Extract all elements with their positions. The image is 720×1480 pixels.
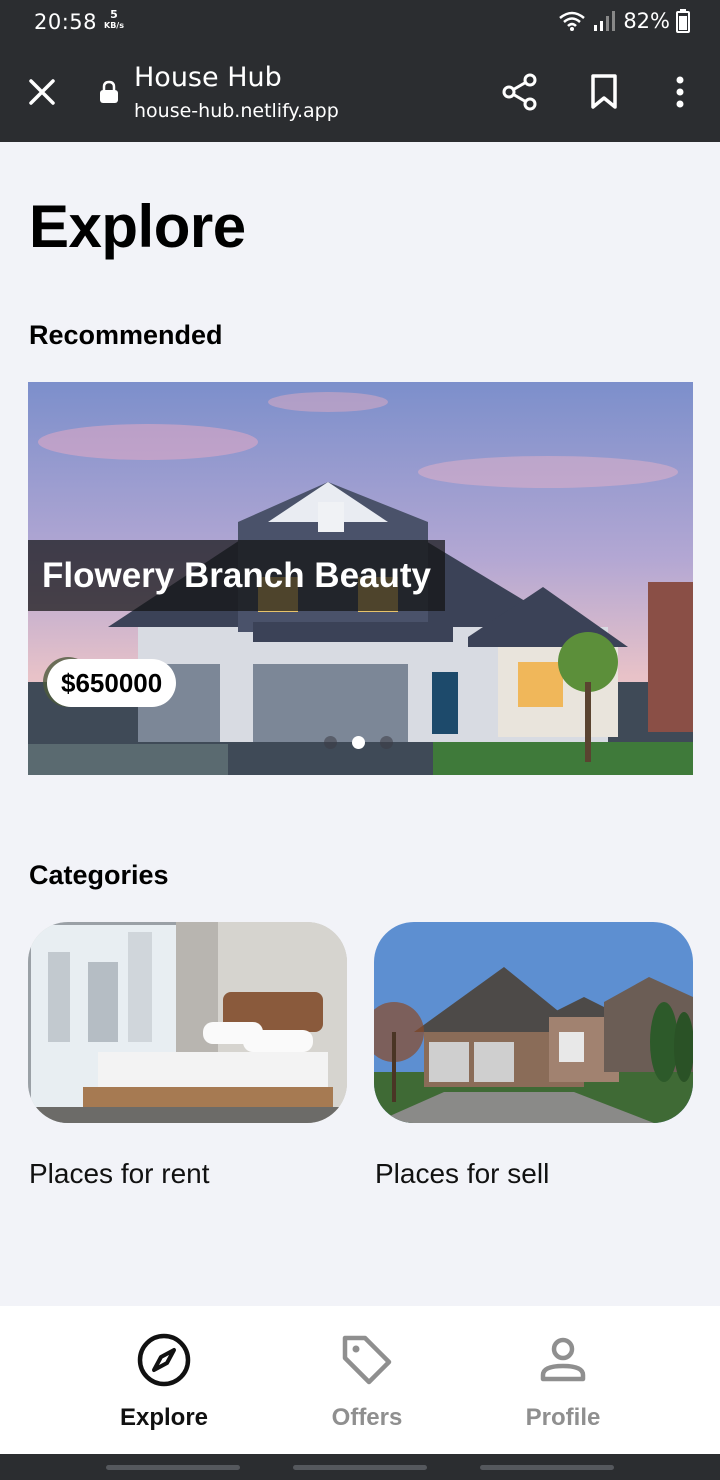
listing-name: Flowery Branch Beauty [42,555,431,595]
category-sell-card[interactable] [374,922,693,1123]
bookmark-button[interactable] [582,70,626,114]
listing-name-banner: Flowery Branch Beauty [28,540,445,611]
lock-icon [100,80,118,103]
person-icon [540,1337,586,1382]
share-button[interactable] [498,70,542,114]
close-button[interactable] [24,74,60,110]
category-sell-label[interactable]: Places for sell [375,1158,549,1190]
listing-price: $650000 [61,667,163,698]
gesture-handle [293,1465,427,1470]
recommended-carousel[interactable]: Flowery Branch Beauty $650000 [28,382,693,775]
battery-percent: 82% [623,9,670,33]
signal-icon [594,11,616,31]
carousel-dot[interactable] [324,736,337,749]
wifi-icon [559,11,586,31]
tag-icon [342,1335,392,1385]
more-menu-button[interactable] [658,70,702,114]
compass-icon [137,1333,191,1387]
bookmark-icon [591,74,617,109]
close-icon [29,79,55,105]
share-icon [502,73,537,111]
network-speed: 5 KB/s [104,9,124,31]
battery-icon [676,9,690,33]
page-title: Explore [29,193,246,260]
carousel-pagination [324,736,393,749]
category-rent-card[interactable] [28,922,347,1123]
status-indicators: 82% [557,9,690,33]
site-title: House Hub [134,62,282,93]
nav-explore-label: Explore [119,1404,209,1431]
system-gesture-bar [0,1454,720,1480]
nav-profile-label: Profile [525,1404,601,1431]
categories-heading: Categories [29,860,169,890]
bottom-navigation: Explore Offers Profile [0,1306,720,1454]
carousel-dot[interactable] [380,736,393,749]
network-speed-unit: KB/s [104,21,124,30]
gesture-handle [106,1465,240,1470]
nav-explore[interactable]: Explore [64,1330,264,1432]
gesture-handle [480,1465,614,1470]
status-time: 20:58 [34,10,98,34]
bedroom-photo [28,922,347,1123]
more-vert-icon [676,76,684,108]
status-bar: 20:58 5 KB/s 82% [0,0,720,46]
category-rent-label[interactable]: Places for rent [29,1158,210,1190]
carousel-dot-active[interactable] [352,736,365,749]
site-url[interactable]: house-hub.netlify.app [134,100,339,122]
listing-price-badge: $650000 [47,659,177,707]
suburban-house-photo [374,922,693,1123]
nav-offers[interactable]: Offers [267,1330,467,1432]
browser-toolbar: House Hub house-hub.netlify.app [0,46,720,142]
recommended-heading: Recommended [29,320,223,350]
nav-offers-label: Offers [331,1404,403,1431]
nav-profile[interactable]: Profile [463,1330,663,1432]
